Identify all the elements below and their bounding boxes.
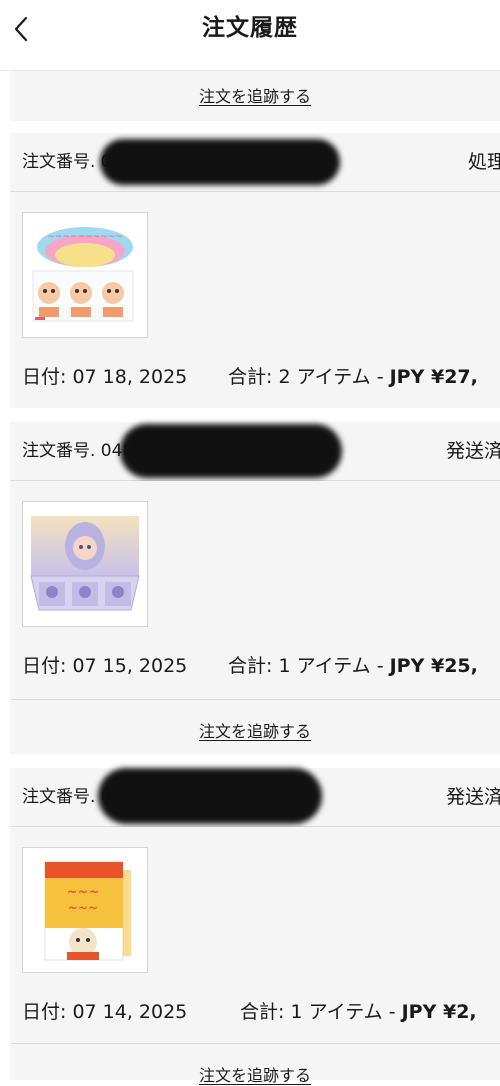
order-summary: 日付: 07 14, 2025 合計: 1 アイテム - JPY ¥2, — [22, 997, 500, 1023]
redaction-mark — [98, 768, 322, 824]
order-body: ~~~ ~~~ 日付: 07 14, 2025 合計: 1 アイテム - JPY… — [10, 827, 500, 1043]
order-total: 合計: 1 アイテム - JPY ¥25, — [228, 651, 478, 678]
total-price: JPY ¥25, — [389, 655, 478, 677]
track-order-bar: 注文を追跡する — [10, 71, 500, 121]
track-order-bar: 注文を追跡する — [10, 1044, 500, 1085]
order-body: ~~~~~~~~~~ 日付: 07 18, 2025 合計: 2 アイテム - … — [10, 192, 500, 408]
track-order-bar: 注文を追跡する — [10, 700, 500, 754]
svg-text:~~~~~~~~~~: ~~~~~~~~~~ — [47, 232, 122, 242]
total-price: JPY ¥27, — [389, 366, 478, 388]
order-status: 発送済 — [446, 440, 500, 462]
order-header: 注文番号. 04 処理 — [10, 133, 500, 192]
order-date: 日付: 07 14, 2025 — [22, 1001, 188, 1023]
order-header: 注文番号. 07 発送済 — [10, 768, 500, 827]
product-thumbnail[interactable] — [22, 501, 148, 627]
app-header: 注文履歴 — [0, 0, 500, 71]
track-order-link[interactable]: 注文を追跡する — [10, 718, 500, 742]
order-total: 合計: 1 アイテム - JPY ¥2, — [240, 997, 477, 1024]
redaction-mark — [120, 424, 342, 478]
track-order-link[interactable]: 注文を追跡する — [10, 1062, 500, 1086]
order-status: 発送済 — [446, 786, 500, 808]
total-items: 合計: 1 アイテム - — [240, 1001, 402, 1023]
page-title: 注文履歴 — [202, 15, 298, 41]
order-header: 注文番号. 048 発送済 — [10, 422, 500, 481]
product-thumbnail[interactable]: ~~~ ~~~ — [22, 847, 148, 973]
order-body: 日付: 07 15, 2025 合計: 1 アイテム - JPY ¥25, — [10, 481, 500, 699]
order-status: 処理 — [468, 151, 500, 173]
product-image — [23, 502, 147, 626]
track-order-link[interactable]: 注文を追跡する — [10, 83, 500, 107]
order-date: 日付: 07 18, 2025 — [22, 366, 188, 388]
product-image: ~~~ ~~~ — [23, 848, 147, 972]
redaction-mark — [100, 139, 340, 185]
product-thumbnail[interactable]: ~~~~~~~~~~ — [22, 212, 148, 338]
product-image: ~~~~~~~~~~ — [23, 213, 147, 337]
order-number: 注文番号. 048 — [22, 441, 134, 461]
order-date: 日付: 07 15, 2025 — [22, 655, 188, 677]
order-summary: 日付: 07 15, 2025 合計: 1 アイテム - JPY ¥25, — [22, 651, 500, 677]
total-price: JPY ¥2, — [401, 1001, 477, 1023]
order-summary: 日付: 07 18, 2025 合計: 2 アイテム - JPY ¥27, — [22, 362, 500, 388]
svg-text:~~~: ~~~ — [68, 901, 98, 915]
svg-text:~~~: ~~~ — [67, 885, 100, 900]
total-items: 合計: 1 アイテム - — [228, 655, 390, 677]
order-total: 合計: 2 アイテム - JPY ¥27, — [228, 362, 478, 389]
total-items: 合計: 2 アイテム - — [228, 366, 390, 388]
